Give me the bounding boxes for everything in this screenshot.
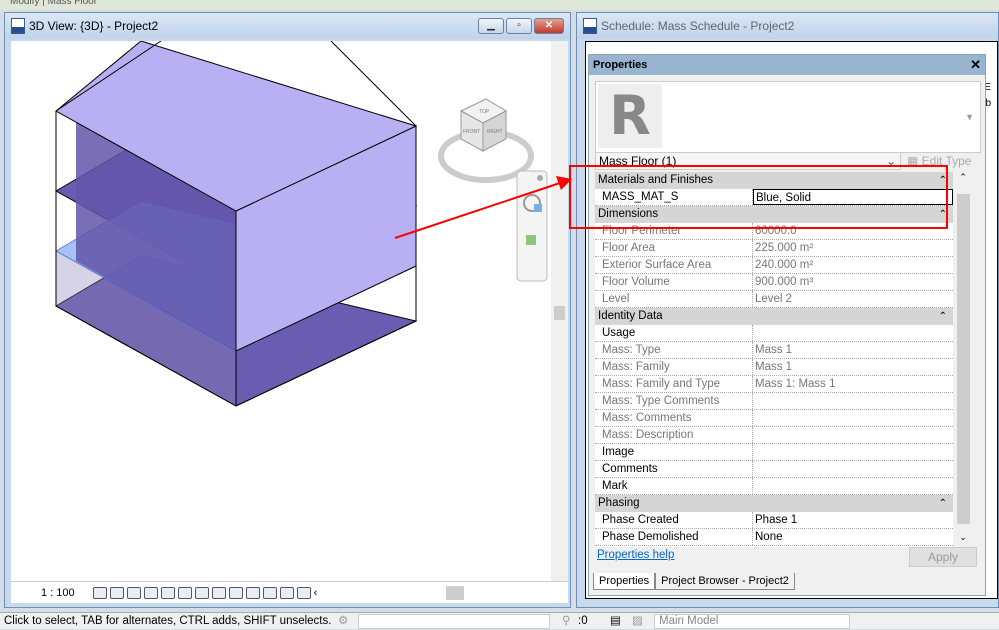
design-option-value: Main Model <box>659 615 719 627</box>
worksets-icon[interactable]: ⚙ <box>338 613 348 630</box>
design-option-dropdown[interactable]: Main Model <box>654 614 850 629</box>
annotation-arrow <box>394 182 561 239</box>
design-options-icon[interactable]: ▨ <box>632 613 643 630</box>
filter-icon[interactable]: ⚲ <box>562 613 570 630</box>
annotation-overlay <box>394 165 948 239</box>
selection-count: :0 <box>578 615 588 627</box>
status-hint: Click to select, TAB for alternates, CTR… <box>4 615 332 627</box>
editable-only-icon[interactable]: ▤ <box>610 613 621 630</box>
status-bar: Click to select, TAB for alternates, CTR… <box>0 612 999 629</box>
highlight-rectangle <box>569 165 948 229</box>
workset-dropdown[interactable] <box>358 614 550 629</box>
